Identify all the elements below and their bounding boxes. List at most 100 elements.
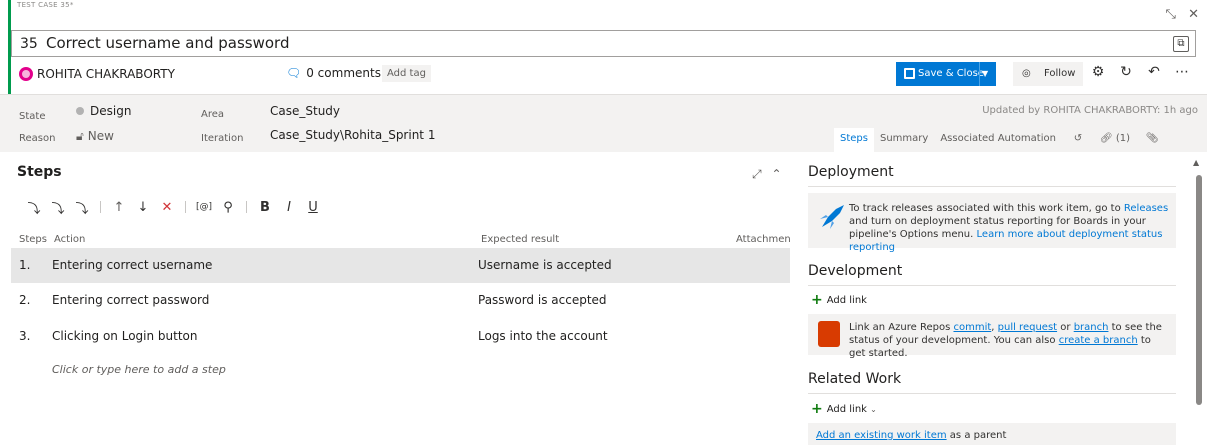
iteration-label: Iteration xyxy=(201,133,244,144)
title-input[interactable]: Correct username and password xyxy=(46,34,289,52)
expand-icon[interactable]: ⤢ xyxy=(752,167,762,181)
updated-by-text: Updated by ROHITA CHAKRABORTY: 1h ago xyxy=(982,105,1198,116)
comments-link[interactable]: 🗨 0 comments xyxy=(286,66,381,80)
section-divider xyxy=(808,186,1176,187)
step-action[interactable]: Entering correct password xyxy=(52,293,209,307)
column-steps: Steps xyxy=(19,234,47,245)
state-field[interactable]: Design xyxy=(76,104,131,118)
comments-count: 0 comments xyxy=(306,66,381,80)
tab-steps[interactable]: Steps xyxy=(834,128,874,152)
step-action[interactable]: Clicking on Login button xyxy=(52,329,198,343)
step-number: 2. xyxy=(19,293,31,307)
steps-toolbar: ⤵ ⤵ ⤵ ↑ ↓ ✕ [@] ⚲ B I U xyxy=(22,197,325,217)
section-divider xyxy=(808,393,1176,394)
save-close-button[interactable]: Save & Close ▼ xyxy=(896,62,996,86)
related-work-text: Add an existing work item as a parent xyxy=(816,429,1006,442)
follow-button[interactable]: ◎ Follow xyxy=(1013,62,1083,86)
reason-value: New xyxy=(87,129,114,143)
collapse-icon[interactable]: ⌃ xyxy=(771,167,781,181)
scroll-up-icon[interactable]: ▲ xyxy=(1193,158,1199,167)
work-item-id: 35 xyxy=(20,36,38,52)
tab-associated-automation[interactable]: Associated Automation xyxy=(934,128,1062,152)
plus-icon: + xyxy=(811,292,823,308)
more-actions-icon[interactable]: ⋯ xyxy=(1174,64,1190,80)
step-expected-result[interactable]: Username is accepted xyxy=(478,258,612,272)
tab-links[interactable]: 🔗︎ (1) xyxy=(1094,128,1136,152)
development-add-link[interactable]: + Add link xyxy=(811,292,867,308)
attachment-icon[interactable]: ⚲ xyxy=(216,200,240,215)
window-controls: ⤡ ✕ xyxy=(1166,7,1199,22)
assigned-to-picker[interactable]: ROHITA CHAKRABORTY xyxy=(19,67,175,81)
add-link-label: Add link xyxy=(826,295,867,306)
column-attachments: Attachmen xyxy=(736,234,791,245)
parameter-icon[interactable]: [@] xyxy=(192,202,216,212)
step-number: 1. xyxy=(19,258,31,272)
releases-link[interactable]: Releases xyxy=(1124,203,1168,214)
copy-icon[interactable]: ⧉ xyxy=(1173,36,1189,52)
table-row[interactable]: 3. Clicking on Login button Logs into th… xyxy=(11,319,790,354)
step-expected-result[interactable]: Password is accepted xyxy=(478,293,607,307)
deployment-section-title: Deployment xyxy=(808,164,894,180)
table-row[interactable]: 2. Entering correct password Password is… xyxy=(11,283,790,318)
iteration-field[interactable]: Case_Study\Rohita_Sprint 1 xyxy=(270,128,435,142)
table-row[interactable]: 1. Entering correct username Username is… xyxy=(11,248,790,283)
refresh-icon[interactable]: ↻ xyxy=(1118,64,1134,80)
create-shared-steps-icon[interactable]: ⤵ xyxy=(70,198,94,217)
delete-icon[interactable]: ✕ xyxy=(155,200,179,215)
development-text: Link an Azure Repos commit, pull request… xyxy=(849,322,1162,359)
state-dot-icon xyxy=(76,107,84,115)
add-step-placeholder[interactable]: Click or type here to add a step xyxy=(52,363,226,376)
lock-icon: 🔓︎ xyxy=(76,129,84,143)
title-field[interactable]: 35 Correct username and password ⧉ xyxy=(11,30,1196,57)
related-work-add-link[interactable]: + Add link ⌄ xyxy=(811,401,877,417)
rocket-icon xyxy=(820,205,844,229)
form-tabs: Steps Summary Associated Automation ↺ 🔗︎… xyxy=(834,128,1168,152)
reason-label: Reason xyxy=(19,133,56,144)
area-field[interactable]: Case_Study xyxy=(270,104,340,118)
insert-shared-steps-icon[interactable]: ⤵ xyxy=(46,198,70,217)
eye-icon: ◎ xyxy=(1022,68,1031,79)
italic-icon[interactable]: I xyxy=(277,200,301,215)
insert-step-icon[interactable]: ⤵ xyxy=(22,198,46,217)
move-down-icon[interactable]: ↓ xyxy=(131,200,155,215)
close-icon[interactable]: ✕ xyxy=(1188,7,1199,22)
undo-icon[interactable]: ↶ xyxy=(1146,64,1162,80)
toolbar-divider xyxy=(185,201,186,213)
development-or: or xyxy=(1060,322,1071,333)
attachment-icon[interactable]: 📎︎ xyxy=(1136,128,1168,152)
save-icon xyxy=(904,68,915,79)
follow-label: Follow xyxy=(1044,68,1076,79)
add-existing-work-item-link[interactable]: Add an existing work item xyxy=(816,430,947,441)
save-divider xyxy=(979,62,980,86)
move-up-icon[interactable]: ↑ xyxy=(107,200,131,215)
area-label: Area xyxy=(201,109,225,120)
step-action[interactable]: Entering correct username xyxy=(52,258,212,272)
steps-section-title: Steps xyxy=(17,164,62,180)
chevron-down-icon[interactable]: ▼ xyxy=(982,62,988,86)
tab-summary[interactable]: Summary xyxy=(874,128,934,152)
link-icon: 🔗︎ xyxy=(1099,133,1113,144)
repo-icon xyxy=(818,321,840,347)
save-close-label: Save & Close xyxy=(918,68,984,79)
bold-icon[interactable]: B xyxy=(253,200,277,215)
gear-icon[interactable]: ⚙ xyxy=(1090,64,1106,80)
deployment-info-box: To track releases associated with this w… xyxy=(808,193,1176,253)
add-link-label: Add link xyxy=(826,404,867,415)
column-expected-result: Expected result xyxy=(481,234,560,245)
step-expected-result[interactable]: Logs into the account xyxy=(478,329,608,343)
scrollbar-thumb[interactable] xyxy=(1196,175,1202,405)
work-item-header: TEST CASE 35* ⤡ ✕ 35 Correct username an… xyxy=(0,0,1207,94)
deployment-text-1: To track releases associated with this w… xyxy=(849,203,1121,214)
state-label: State xyxy=(19,111,46,122)
pull-request-link[interactable]: pull request xyxy=(998,322,1057,333)
restore-icon[interactable]: ⤡ xyxy=(1166,7,1176,22)
branch-link[interactable]: branch xyxy=(1074,322,1109,333)
reason-field[interactable]: 🔓︎ New xyxy=(76,129,114,144)
toolbar-divider xyxy=(100,201,101,213)
commit-link[interactable]: commit xyxy=(953,322,991,333)
create-branch-link[interactable]: create a branch xyxy=(1059,335,1138,346)
history-icon[interactable]: ↺ xyxy=(1062,128,1094,152)
as-parent-text: as a parent xyxy=(949,430,1007,441)
underline-icon[interactable]: U xyxy=(301,200,325,215)
add-tag-button[interactable]: Add tag xyxy=(382,65,431,82)
